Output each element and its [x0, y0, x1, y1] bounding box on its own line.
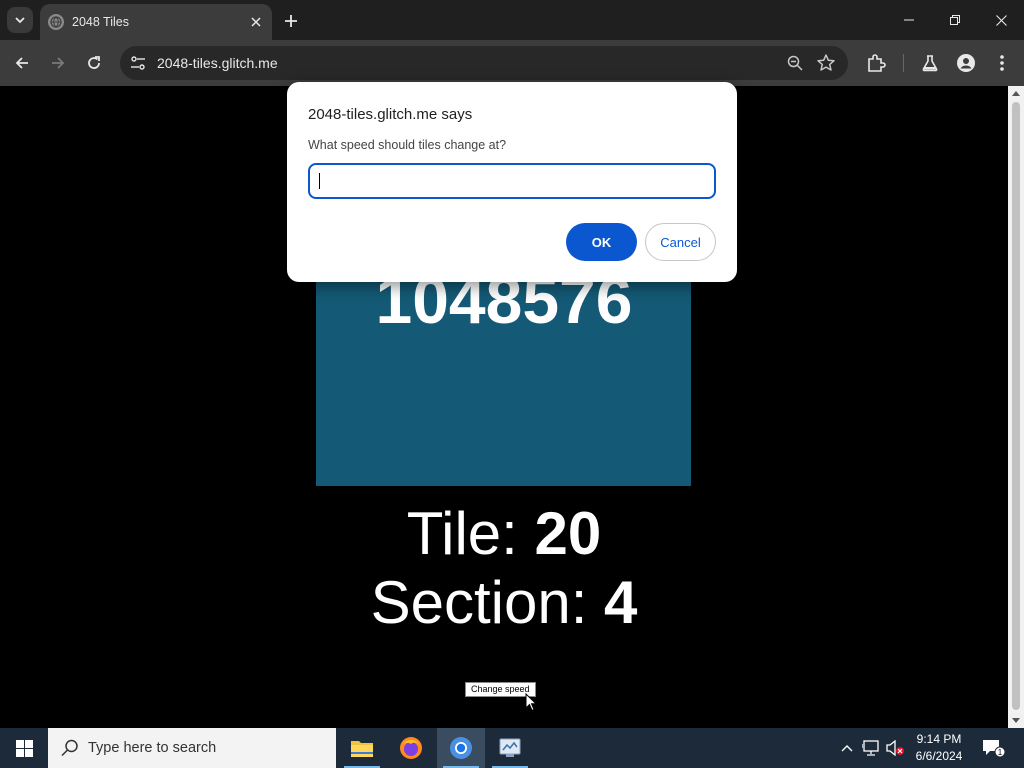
url-text: 2048-tiles.glitch.me: [157, 55, 278, 71]
dialog-title: 2048-tiles.glitch.me says: [308, 106, 473, 123]
arrow-right-icon: [52, 57, 65, 69]
speed-input[interactable]: [308, 163, 716, 199]
scroll-down-icon[interactable]: [1012, 718, 1020, 723]
section-number: 4: [604, 569, 638, 636]
show-hidden-icons-button[interactable]: [838, 728, 856, 768]
chevron-down-icon: [15, 17, 25, 24]
extensions-button[interactable]: [865, 52, 887, 74]
system-clock[interactable]: 9:14 PM 6/6/2024: [908, 731, 970, 765]
reload-icon: [88, 56, 100, 69]
more-vert-icon: [1000, 55, 1004, 71]
menu-button[interactable]: [991, 52, 1013, 74]
dialog-message: What speed should tiles change at?: [308, 138, 507, 152]
mouse-cursor-icon: [525, 693, 537, 712]
restore-icon: [950, 15, 960, 25]
prompt-dialog: 2048-tiles.glitch.me says What speed sho…: [287, 82, 737, 282]
notification-icon: 1: [983, 740, 1005, 758]
file-explorer-icon[interactable]: [338, 728, 386, 768]
text-caret: [319, 173, 320, 189]
tab-strip: 2048 Tiles: [0, 0, 1024, 40]
browser-toolbar: 2048-tiles.glitch.me: [0, 40, 1024, 86]
forward-button[interactable]: [46, 51, 70, 75]
taskbar: Type here to search 9:14 PM 6/6/2024 1: [0, 728, 1024, 768]
tab-title: 2048 Tiles: [72, 15, 129, 29]
profile-button[interactable]: [955, 52, 977, 74]
search-icon: [61, 739, 78, 757]
tab-2048-tiles[interactable]: 2048 Tiles: [40, 4, 272, 40]
window-controls: [886, 0, 1024, 40]
tab-close-icon[interactable]: [246, 12, 266, 32]
address-bar[interactable]: 2048-tiles.glitch.me: [120, 46, 848, 80]
tile-number: 20: [534, 500, 602, 567]
labs-button[interactable]: [919, 52, 941, 74]
page-scrollbar[interactable]: [1008, 86, 1024, 728]
taskbar-search[interactable]: Type here to search: [48, 728, 336, 768]
tile-label: Tile:: [406, 500, 535, 567]
clock-time: 9:14 PM: [916, 732, 962, 746]
close-icon: [995, 14, 1007, 26]
windows-logo-icon: [15, 739, 33, 757]
minimize-icon: [904, 19, 914, 21]
chrome-icon[interactable]: [437, 728, 485, 768]
scroll-up-icon[interactable]: [1012, 91, 1020, 96]
clock-date: 6/6/2024: [915, 749, 963, 763]
toolbar-divider: [903, 54, 904, 72]
firefox-icon[interactable]: [387, 728, 435, 768]
zoom-icon[interactable]: [786, 54, 804, 72]
plus-icon: [285, 15, 297, 27]
ok-button[interactable]: OK: [566, 223, 637, 261]
chevron-up-icon: [841, 745, 853, 752]
flask-icon: [922, 55, 938, 72]
site-settings-icon[interactable]: [128, 53, 148, 73]
new-tab-button[interactable]: [280, 10, 302, 32]
section-line: Section: 4: [0, 568, 1008, 638]
close-window-button[interactable]: [978, 0, 1024, 40]
globe-icon: [48, 14, 64, 30]
notification-center-button[interactable]: 1: [978, 728, 1008, 768]
volume-muted-icon[interactable]: [884, 728, 906, 768]
restore-button[interactable]: [932, 0, 978, 40]
cancel-button[interactable]: Cancel: [645, 223, 716, 261]
control-panel-icon[interactable]: [486, 728, 534, 768]
reload-button[interactable]: [82, 51, 106, 75]
bookmark-star-icon[interactable]: [816, 53, 836, 73]
back-button[interactable]: [10, 51, 34, 75]
tile-line: Tile: 20: [0, 499, 1008, 569]
notification-count: 1: [998, 748, 1003, 757]
search-placeholder: Type here to search: [88, 740, 217, 756]
start-button[interactable]: [0, 728, 48, 768]
section-label: Section:: [370, 569, 605, 636]
scrollbar-thumb[interactable]: [1012, 102, 1020, 710]
tab-search-button[interactable]: [7, 7, 33, 33]
account-icon: [957, 54, 975, 72]
puzzle-icon: [868, 54, 886, 72]
minimize-button[interactable]: [886, 0, 932, 40]
network-icon[interactable]: [860, 728, 882, 768]
arrow-left-icon: [15, 57, 28, 69]
